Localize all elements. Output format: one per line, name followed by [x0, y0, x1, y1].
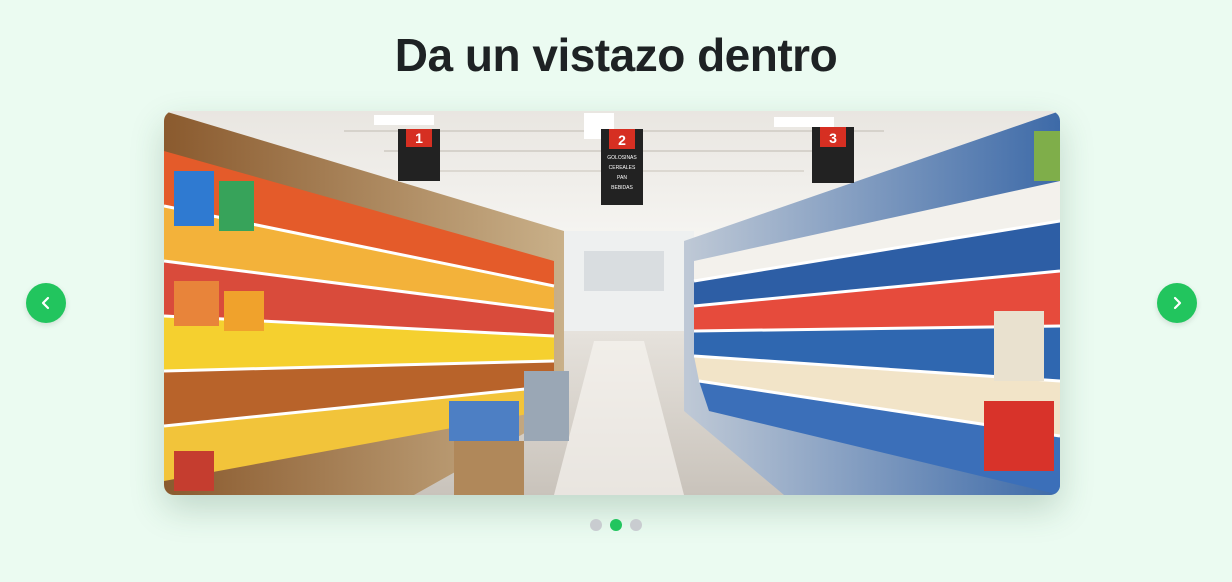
- carousel-pagination: [0, 519, 1232, 531]
- aisle-sign-line: CEREALES: [609, 165, 636, 171]
- aisle-sign-line: GOLOSINAS: [607, 155, 637, 161]
- carousel-next-button[interactable]: [1157, 283, 1197, 323]
- aisle-sign-line: PAN: [617, 175, 627, 181]
- carousel-prev-button[interactable]: [26, 283, 66, 323]
- section-title: Da un vistazo dentro: [394, 29, 838, 81]
- supermarket-aisle-photo: 1 2 GOLOSINAS CEREALES PAN BEBIDAS 3: [164, 111, 1060, 495]
- carousel-slide-image: 1 2 GOLOSINAS CEREALES PAN BEBIDAS 3: [164, 111, 1060, 495]
- chevron-left-icon: [41, 296, 50, 310]
- aisle-sign-number: 1: [415, 130, 423, 146]
- aisle-sign-number: 3: [829, 130, 837, 146]
- carousel-dot-1[interactable]: [590, 519, 602, 531]
- carousel-dot-2[interactable]: [610, 519, 622, 531]
- aisle-sign-line: BEBIDAS: [611, 185, 633, 191]
- chevron-right-icon: [1173, 296, 1182, 310]
- carousel-dot-3[interactable]: [630, 519, 642, 531]
- aisle-sign-number: 2: [618, 132, 626, 148]
